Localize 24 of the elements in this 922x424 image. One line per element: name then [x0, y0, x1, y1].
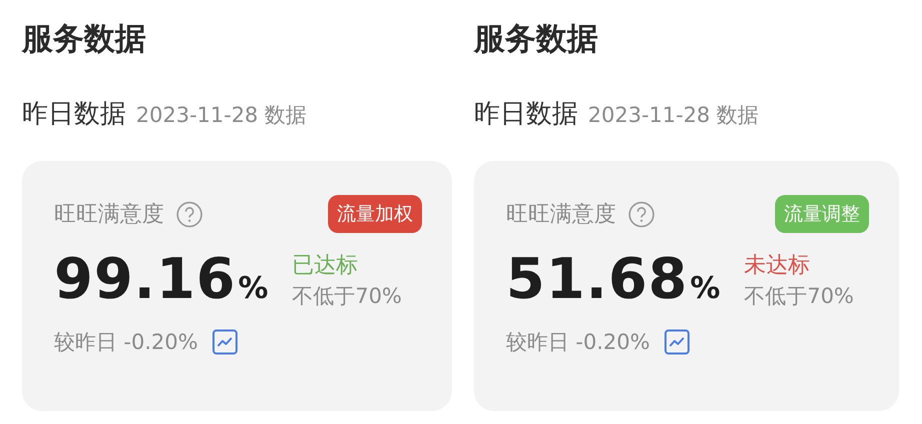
help-icon[interactable] — [628, 200, 655, 228]
trend-chart-icon[interactable] — [664, 329, 690, 355]
trend-chart-icon[interactable] — [212, 329, 238, 355]
date-text: 2023-11-28 数据 — [136, 102, 307, 129]
subtitle: 昨日数据 — [474, 98, 578, 131]
percent-sign: % — [238, 271, 268, 306]
tag: 流量加权 — [328, 195, 422, 233]
metric-value: 51.68 — [506, 247, 688, 312]
status-text: 未达标 — [744, 252, 812, 280]
section-title: 服务数据 — [22, 20, 147, 59]
metric-label: 旺旺满意度 — [506, 201, 616, 229]
status-text: 已达标 — [292, 252, 360, 280]
metric-label: 旺旺满意度 — [54, 201, 164, 229]
percent-sign: % — [690, 271, 720, 306]
help-icon[interactable] — [176, 200, 203, 228]
tag: 流量调整 — [775, 195, 869, 233]
compare-text: 较昨日 -0.20% — [506, 329, 650, 356]
threshold-text: 不低于70% — [744, 282, 854, 310]
subtitle: 昨日数据 — [22, 98, 126, 131]
date-text: 2023-11-28 数据 — [588, 102, 759, 129]
section-title: 服务数据 — [474, 20, 599, 59]
compare-text: 较昨日 -0.20% — [54, 329, 198, 356]
metric-value: 99.16 — [54, 247, 236, 312]
threshold-text: 不低于70% — [292, 282, 402, 310]
